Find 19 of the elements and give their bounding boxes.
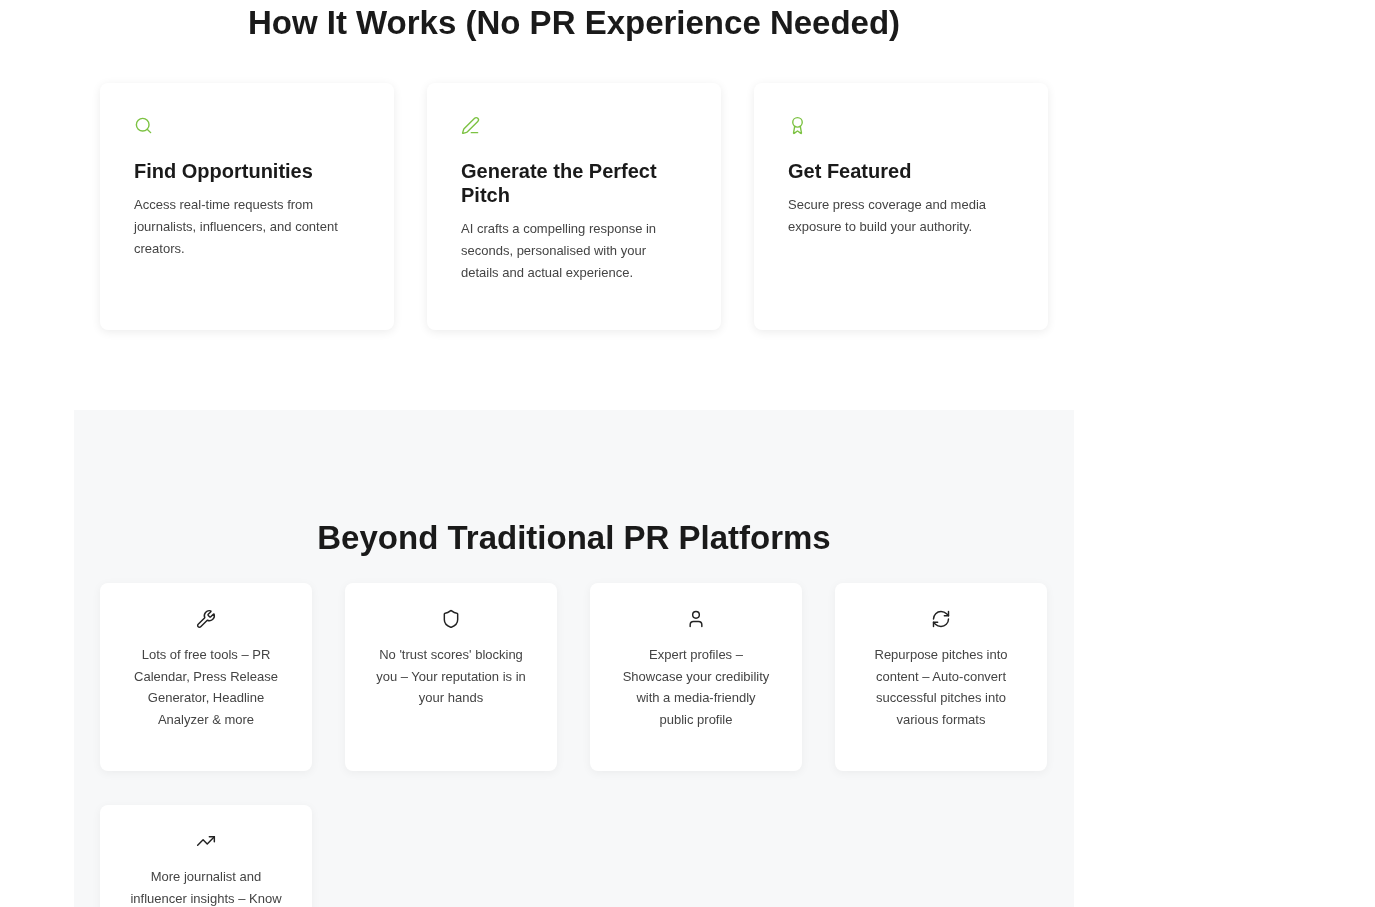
person-icon <box>686 609 706 629</box>
feature-description: Lots of free tools – PR Calendar, Press Release Generator, Headline Analyzer & more <box>133 646 279 729</box>
step-title: Generate the Perfect Pitch <box>461 159 658 207</box>
refresh-icon <box>931 609 951 629</box>
shield-icon <box>441 609 461 629</box>
feature-description: More journalist and influencer insights – Know <box>129 868 283 907</box>
feature-description: Repurpose pitches into content – Auto-convert successful pitches into various formats <box>873 646 1009 729</box>
search-icon <box>134 116 153 135</box>
section-heading: Beyond Traditional PR Platforms <box>317 521 831 554</box>
wrench-icon <box>196 609 216 629</box>
feature-description: Expert profiles – Showcase your credibility with a media-friendly public profile <box>621 646 771 729</box>
step-title: Get Featured <box>788 159 913 183</box>
section-heading: How It Works (No PR Experience Needed) <box>247 6 901 39</box>
step-description: Secure press coverage and media exposure to build your authority. <box>788 196 987 236</box>
step-title: Find Opportunities <box>134 159 314 183</box>
pen-icon <box>461 116 480 135</box>
feature-description: No 'trust scores' blocking you – Your reputation is in your hands <box>375 646 527 707</box>
step-description: AI crafts a compelling response in seconds, personalised with your details and actual experience. <box>461 220 658 282</box>
step-description: Access real-time requests from journalists, influencers, and content creators. <box>134 196 339 258</box>
